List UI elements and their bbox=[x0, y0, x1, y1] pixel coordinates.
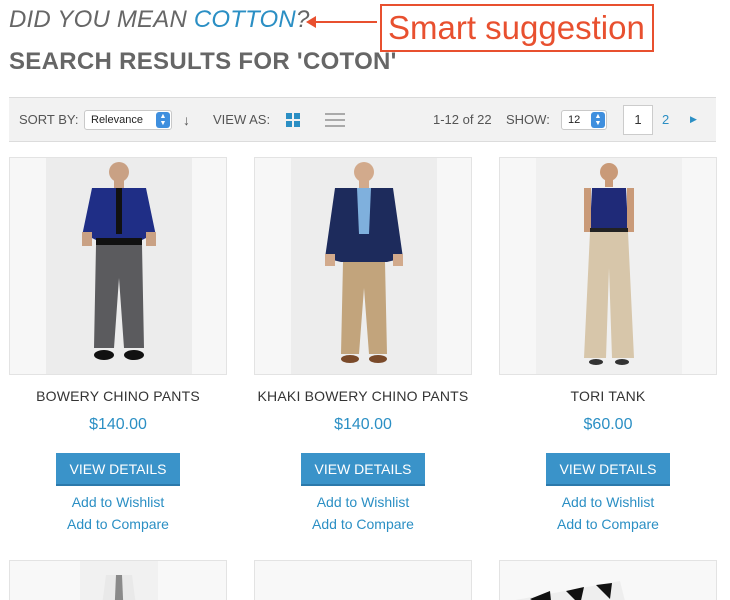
view-label: VIEW AS: bbox=[213, 112, 271, 127]
sort-label: SORT BY: bbox=[19, 112, 79, 127]
suggested-term-link[interactable]: COTTON bbox=[194, 6, 296, 33]
show-label: SHOW: bbox=[506, 112, 550, 127]
product-image[interactable] bbox=[9, 560, 227, 600]
add-to-wishlist-link[interactable]: Add to Wishlist bbox=[8, 494, 228, 510]
product-image[interactable] bbox=[499, 157, 717, 375]
add-to-wishlist-link[interactable]: Add to Wishlist bbox=[498, 494, 718, 510]
product-image[interactable] bbox=[9, 157, 227, 375]
add-to-compare-link[interactable]: Add to Compare bbox=[253, 516, 473, 532]
product-card: TORI TANK $60.00 VIEW DETAILS Add to Wis… bbox=[498, 157, 718, 532]
results-count: 1-12 of 22 bbox=[433, 112, 492, 127]
add-to-wishlist-link[interactable]: Add to Wishlist bbox=[253, 494, 473, 510]
grid-view-icon[interactable] bbox=[286, 112, 300, 127]
sort-select-value: Relevance bbox=[91, 113, 143, 126]
current-page: 1 bbox=[623, 104, 653, 135]
view-details-button[interactable]: VIEW DETAILS bbox=[546, 453, 670, 486]
did-you-mean-prefix: DID YOU MEAN bbox=[9, 6, 194, 33]
product-price: $60.00 bbox=[583, 416, 633, 433]
next-page-icon[interactable]: ▶ bbox=[690, 98, 697, 141]
product-name[interactable]: BOWERY CHINO PANTS bbox=[8, 388, 228, 404]
page-title: SEARCH RESULTS FOR 'COTON' bbox=[9, 48, 397, 75]
product-price: $140.00 bbox=[89, 416, 147, 433]
product-card: KHAKI BOWERY CHINO PANTS $140.00 VIEW DE… bbox=[253, 157, 473, 532]
results-toolbar: SORT BY: Relevance ▲ ▼ ↓ VIEW AS: 1-12 of… bbox=[9, 97, 716, 142]
product-card: BOWERY CHINO PANTS $140.00 VIEW DETAILS … bbox=[8, 157, 228, 532]
add-to-compare-link[interactable]: Add to Compare bbox=[8, 516, 228, 532]
select-caret-icon: ▲ ▼ bbox=[591, 111, 605, 128]
add-to-compare-link[interactable]: Add to Compare bbox=[498, 516, 718, 532]
product-image[interactable] bbox=[254, 560, 472, 600]
product-price: $140.00 bbox=[334, 416, 392, 433]
did-you-mean: DID YOU MEAN COTTON? bbox=[9, 6, 310, 34]
sort-select[interactable]: Relevance ▲ ▼ bbox=[84, 109, 172, 130]
select-caret-icon: ▲ ▼ bbox=[156, 111, 170, 128]
view-details-button[interactable]: VIEW DETAILS bbox=[56, 453, 180, 486]
view-details-button[interactable]: VIEW DETAILS bbox=[301, 453, 425, 486]
product-name[interactable]: KHAKI BOWERY CHINO PANTS bbox=[253, 388, 473, 404]
annotation-arrow bbox=[306, 16, 377, 28]
page-2-link[interactable]: 2 bbox=[662, 112, 669, 127]
per-page-value: 12 bbox=[568, 113, 581, 126]
product-image[interactable] bbox=[254, 157, 472, 375]
sort-direction-icon[interactable]: ↓ bbox=[183, 98, 190, 141]
annotation-callout: Smart suggestion bbox=[380, 4, 654, 52]
per-page-select[interactable]: 12 ▲ ▼ bbox=[561, 109, 607, 130]
product-image[interactable] bbox=[499, 560, 717, 600]
product-name[interactable]: TORI TANK bbox=[498, 388, 718, 404]
list-view-icon[interactable] bbox=[325, 112, 345, 127]
